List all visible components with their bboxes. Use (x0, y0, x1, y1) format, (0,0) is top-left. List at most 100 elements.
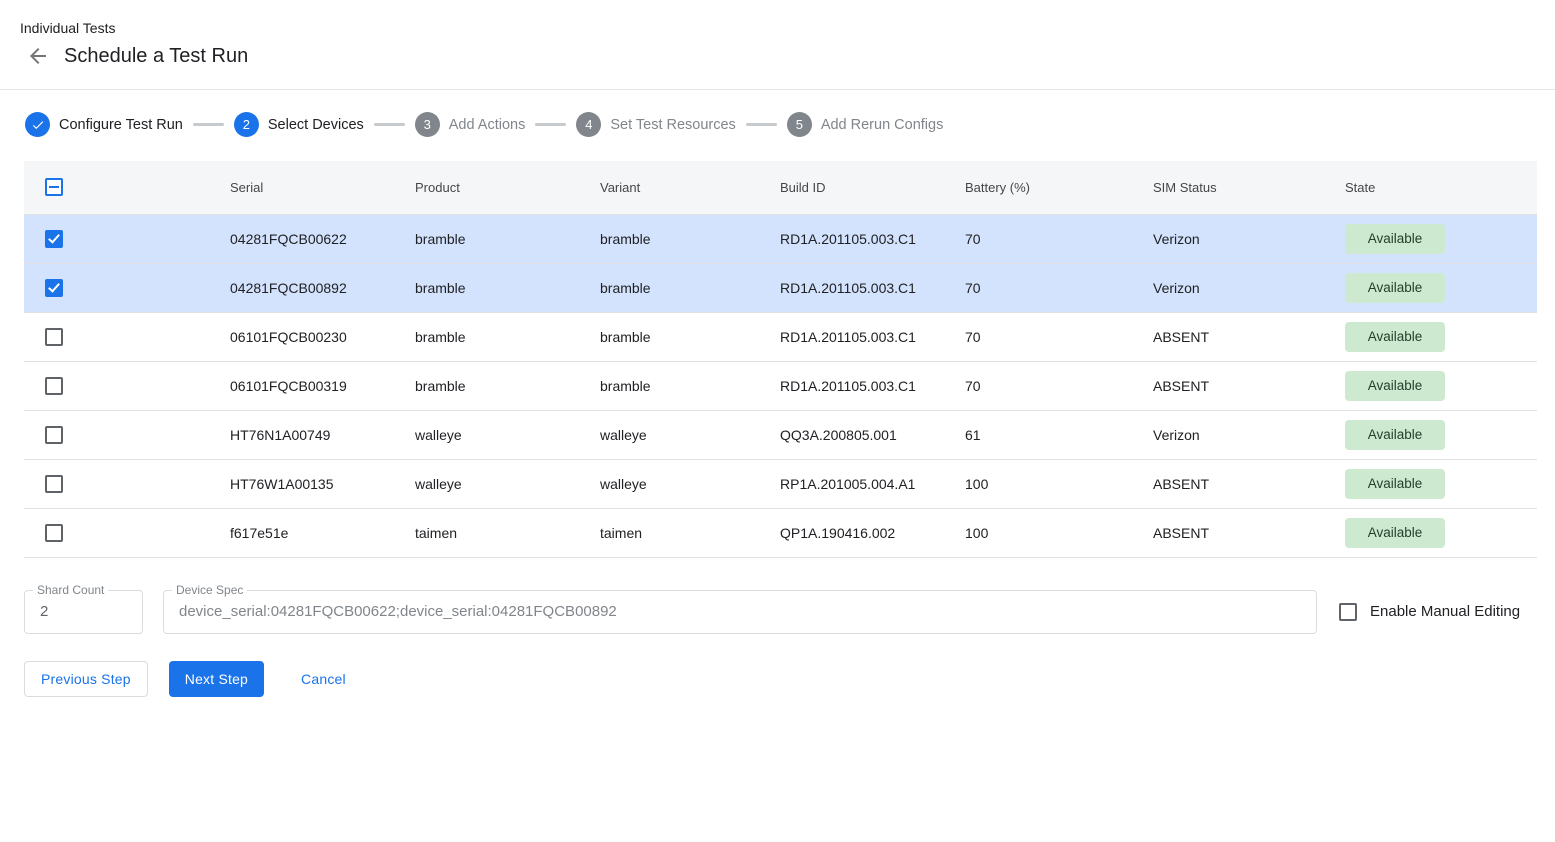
stepper-connector (746, 123, 777, 126)
device-row: 06101FQCB00230 bramble bramble RD1A.2011… (24, 312, 1537, 361)
step-number: 4 (576, 112, 601, 137)
battery-cell: 70 (965, 312, 1153, 361)
state-badge: Available (1345, 322, 1445, 352)
state-badge: Available (1345, 273, 1445, 303)
variant-cell: bramble (600, 214, 780, 263)
manual-editing-checkbox[interactable] (1339, 603, 1357, 621)
row-checkbox[interactable] (45, 475, 63, 493)
action-bar: Previous Step Next Step Cancel (24, 661, 1531, 697)
product-cell: bramble (415, 361, 600, 410)
step-label: Select Devices (268, 117, 364, 133)
back-arrow-icon[interactable] (26, 44, 50, 68)
step-set-test-resources[interactable]: 4 Set Test Resources (576, 112, 735, 137)
table-header-row: Serial Product Variant Build ID Battery … (24, 161, 1537, 214)
step-select-devices[interactable]: 2 Select Devices (234, 112, 364, 137)
device-row: HT76W1A00135 walleye walleye RP1A.201005… (24, 459, 1537, 508)
build-id-cell: RD1A.201105.003.C1 (780, 263, 965, 312)
stepper-connector (535, 123, 566, 126)
build-id-cell: QQ3A.200805.001 (780, 410, 965, 459)
device-spec-label: Device Spec (172, 584, 247, 596)
variant-cell: taimen (600, 508, 780, 557)
device-row: 04281FQCB00622 bramble bramble RD1A.2011… (24, 214, 1537, 263)
sim-status-cell: ABSENT (1153, 361, 1345, 410)
select-all-checkbox[interactable] (45, 178, 63, 196)
row-checkbox[interactable] (45, 377, 63, 395)
next-step-button[interactable]: Next Step (169, 661, 264, 697)
sim-status-cell: ABSENT (1153, 312, 1345, 361)
page-title: Schedule a Test Run (64, 45, 248, 68)
step-label: Add Actions (449, 117, 526, 133)
stepper: Configure Test Run 2 Select Devices 3 Ad… (25, 112, 1555, 137)
column-header-variant: Variant (600, 161, 780, 214)
product-cell: walleye (415, 410, 600, 459)
shard-count-label: Shard Count (33, 584, 108, 596)
device-row: 04281FQCB00892 bramble bramble RD1A.2011… (24, 263, 1537, 312)
step-label: Configure Test Run (59, 117, 183, 133)
serial-cell: 06101FQCB00319 (230, 361, 415, 410)
shard-spec-form: Shard Count 2 Device Spec device_serial:… (24, 590, 1531, 634)
product-cell: bramble (415, 214, 600, 263)
product-cell: walleye (415, 459, 600, 508)
device-table: Serial Product Variant Build ID Battery … (24, 161, 1537, 558)
row-checkbox[interactable] (45, 524, 63, 542)
column-header-product: Product (415, 161, 600, 214)
shard-count-value: 2 (25, 603, 63, 620)
build-id-cell: QP1A.190416.002 (780, 508, 965, 557)
sim-status-cell: Verizon (1153, 214, 1345, 263)
schedule-test-run-page: Individual Tests Schedule a Test Run Con… (0, 0, 1555, 697)
column-header-serial: Serial (230, 161, 415, 214)
state-badge: Available (1345, 224, 1445, 254)
serial-cell: HT76N1A00749 (230, 410, 415, 459)
serial-cell: 04281FQCB00622 (230, 214, 415, 263)
step-number: 3 (415, 112, 440, 137)
step-label: Set Test Resources (610, 117, 735, 133)
row-checkbox[interactable] (45, 230, 63, 248)
stepper-connector (374, 123, 405, 126)
step-configure-test-run[interactable]: Configure Test Run (25, 112, 183, 137)
step-completed-check-icon (25, 112, 50, 137)
shard-count-field[interactable]: Shard Count 2 (24, 590, 143, 634)
variant-cell: walleye (600, 459, 780, 508)
row-checkbox[interactable] (45, 328, 63, 346)
product-cell: bramble (415, 263, 600, 312)
state-badge: Available (1345, 420, 1445, 450)
stepper-connector (193, 123, 224, 126)
breadcrumb: Individual Tests (0, 0, 1555, 36)
sim-status-cell: Verizon (1153, 263, 1345, 312)
sim-status-cell: ABSENT (1153, 459, 1345, 508)
title-row: Schedule a Test Run (26, 44, 1555, 68)
manual-editing-label: Enable Manual Editing (1370, 603, 1520, 620)
battery-cell: 70 (965, 361, 1153, 410)
previous-step-button[interactable]: Previous Step (24, 661, 148, 697)
step-number: 5 (787, 112, 812, 137)
serial-cell: HT76W1A00135 (230, 459, 415, 508)
header-divider (0, 89, 1555, 90)
column-header-state: State (1345, 161, 1537, 214)
sim-status-cell: ABSENT (1153, 508, 1345, 557)
row-checkbox[interactable] (45, 279, 63, 297)
device-row: f617e51e taimen taimen QP1A.190416.002 1… (24, 508, 1537, 557)
step-add-actions[interactable]: 3 Add Actions (415, 112, 526, 137)
step-add-rerun-configs[interactable]: 5 Add Rerun Configs (787, 112, 944, 137)
sim-status-cell: Verizon (1153, 410, 1345, 459)
serial-cell: f617e51e (230, 508, 415, 557)
variant-cell: bramble (600, 361, 780, 410)
product-cell: taimen (415, 508, 600, 557)
battery-cell: 61 (965, 410, 1153, 459)
serial-cell: 06101FQCB00230 (230, 312, 415, 361)
battery-cell: 100 (965, 459, 1153, 508)
row-checkbox[interactable] (45, 426, 63, 444)
device-row: HT76N1A00749 walleye walleye QQ3A.200805… (24, 410, 1537, 459)
column-header-build-id: Build ID (780, 161, 965, 214)
device-spec-value: device_serial:04281FQCB00622;device_seri… (164, 603, 632, 620)
variant-cell: bramble (600, 312, 780, 361)
device-spec-field[interactable]: Device Spec device_serial:04281FQCB00622… (163, 590, 1317, 634)
serial-cell: 04281FQCB00892 (230, 263, 415, 312)
step-number: 2 (234, 112, 259, 137)
build-id-cell: RP1A.201005.004.A1 (780, 459, 965, 508)
column-header-sim-status: SIM Status (1153, 161, 1345, 214)
column-header-battery: Battery (%) (965, 161, 1153, 214)
cancel-button[interactable]: Cancel (285, 661, 362, 697)
enable-manual-editing[interactable]: Enable Manual Editing (1339, 603, 1520, 621)
state-badge: Available (1345, 371, 1445, 401)
